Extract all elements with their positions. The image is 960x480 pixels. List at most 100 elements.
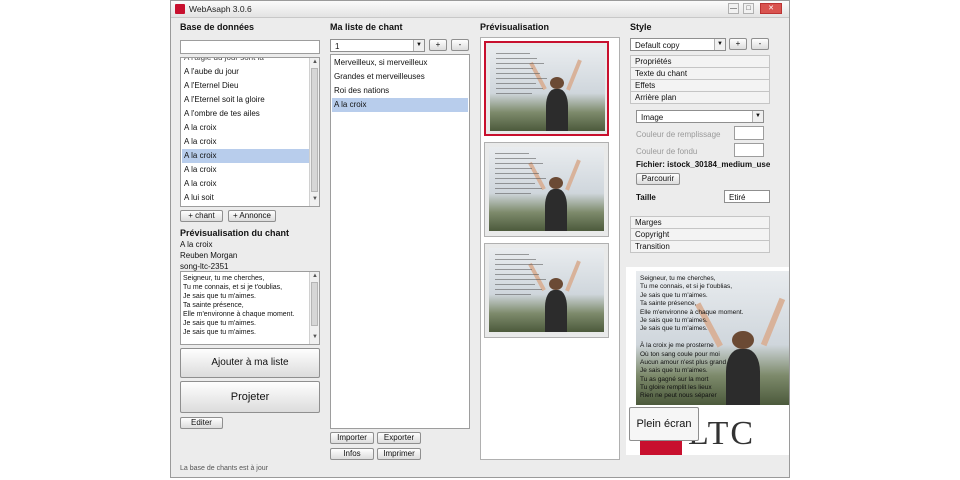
lyric-line: Seigneur, tu me cherches, — [183, 275, 265, 282]
lyric-line: Je sais que tu m'aimes. — [183, 293, 256, 300]
size-label: Taille — [636, 193, 656, 202]
background-type-select[interactable]: Image ▼ — [636, 110, 764, 123]
section-background[interactable]: Arrière plan — [630, 91, 770, 104]
list-item[interactable]: A la croix — [182, 149, 309, 163]
projection-lyric-line: Seigneur, tu me cherches, — [640, 275, 716, 282]
scroll-up-icon[interactable]: ▲ — [310, 59, 319, 65]
style-selector[interactable]: Default copy ▼ — [630, 38, 726, 51]
slide-text-line — [496, 68, 533, 69]
song-code: song-ltc-2351 — [180, 262, 229, 271]
slide-image — [489, 147, 604, 231]
add-announcement-button[interactable]: + Annonce — [228, 210, 276, 222]
slide-text-line — [496, 58, 537, 59]
slide-thumbnail[interactable] — [484, 41, 609, 136]
list-item[interactable]: Grandes et merveilleuses — [332, 70, 468, 84]
list-item[interactable]: Roi des nations — [332, 84, 468, 98]
remove-style-button[interactable]: - — [751, 38, 769, 50]
list-selector[interactable]: 1 ▼ — [330, 39, 425, 52]
remove-list-button[interactable]: - — [451, 39, 469, 51]
edit-button[interactable]: Editer — [180, 417, 223, 429]
projection-lyric-line: Je sais que tu m'aimes. — [640, 291, 708, 299]
slide-text-line — [496, 63, 544, 64]
projection-lyric-line: Tu me connais, et si je t'oublias, — [640, 283, 733, 291]
section-transition[interactable]: Transition — [630, 240, 770, 253]
lyric-line: Elle m'environne à chaque moment. — [183, 311, 295, 318]
list-item[interactable]: A l'ombre de tes ailes — [182, 107, 309, 121]
slide-text-line — [495, 173, 539, 174]
print-button[interactable]: Imprimer — [377, 448, 421, 460]
projection-lyric-line: Elle m'environne à chaque moment. — [640, 308, 744, 316]
preview-heading: Prévisualisation — [480, 22, 550, 32]
scrollbar-thumb[interactable] — [311, 68, 318, 192]
fade-color-picker[interactable] — [734, 143, 764, 157]
maximize-button[interactable]: □ — [743, 3, 754, 14]
fade-color-label: Couleur de fondu — [636, 147, 698, 156]
database-heading: Base de données — [180, 22, 255, 32]
slide-image — [490, 47, 605, 131]
infos-button[interactable]: Infos — [330, 448, 374, 460]
chevron-down-icon[interactable]: ▼ — [752, 111, 763, 122]
fill-color-picker[interactable] — [734, 126, 764, 140]
scroll-down-icon[interactable]: ▼ — [310, 334, 319, 340]
list-item[interactable]: Merveilleux, si merveilleux — [332, 56, 468, 70]
browse-button[interactable]: Parcourir — [636, 173, 680, 185]
export-button[interactable]: Exporter — [377, 432, 421, 444]
projection-lyric-line: À la croix je me prosterne — [640, 342, 714, 350]
style-heading: Style — [630, 22, 652, 32]
slide-text-line — [496, 73, 540, 74]
list-item[interactable]: A l'Eternel Dieu — [182, 79, 309, 93]
list-item[interactable]: A l'aigle du jour sont la — [182, 58, 264, 65]
lyrics-scrollbar[interactable]: ▲ ▼ — [309, 272, 319, 344]
slide-text-line — [495, 269, 532, 270]
database-search-input[interactable] — [180, 40, 320, 54]
add-style-button[interactable]: + — [729, 38, 747, 50]
lyric-line: Ta sainte présence, — [183, 302, 244, 309]
scroll-up-icon[interactable]: ▲ — [310, 273, 319, 279]
slide-text-line — [495, 279, 546, 280]
style-settings-panel: Propriétés Texte du chant Effets Arrière… — [630, 55, 770, 265]
slide-text-line — [495, 284, 535, 285]
import-button[interactable]: Importer — [330, 432, 374, 444]
add-song-button[interactable]: + chant — [180, 210, 223, 222]
projection-preview: Seigneur, tu me cherches, Tu me connais, … — [626, 267, 789, 455]
list-item[interactable]: A la croix — [182, 163, 309, 177]
slide-image — [489, 248, 604, 332]
chevron-down-icon[interactable]: ▼ — [413, 40, 424, 51]
scroll-down-icon[interactable]: ▼ — [310, 196, 319, 202]
lyric-line: Tu me connais, et si je t'oublias, — [183, 284, 283, 291]
fullscreen-button[interactable]: Plein écran — [629, 407, 699, 441]
size-select[interactable]: Etiré — [724, 190, 770, 203]
slide-text-line — [495, 294, 531, 295]
slide-text-line — [495, 183, 535, 184]
database-scrollbar[interactable]: ▲ ▼ — [309, 58, 319, 206]
slide-text-line — [495, 289, 542, 290]
slide-text-line — [495, 193, 531, 194]
slide-text-line — [495, 259, 536, 260]
list-item[interactable]: A la croix — [182, 177, 309, 191]
list-item[interactable]: A la croix — [332, 98, 468, 112]
slide-text-line — [495, 168, 532, 169]
add-to-list-button[interactable]: Ajouter à ma liste — [180, 348, 320, 378]
lyric-line: Je sais que tu m'aimes. — [183, 329, 256, 336]
minimize-button[interactable]: — — [728, 3, 739, 14]
chevron-down-icon[interactable]: ▼ — [714, 39, 725, 50]
app-window: WebAsaph 3.0.6 — □ ✕ Base de données A l… — [170, 0, 790, 478]
list-item[interactable]: A la croix — [182, 135, 309, 149]
list-item[interactable]: A l'aube du jour — [182, 65, 309, 79]
project-button[interactable]: Projeter — [180, 381, 320, 413]
song-author: Reuben Morgan — [180, 251, 238, 260]
slide-text-line — [495, 153, 529, 154]
list-item[interactable]: A lui soit — [182, 191, 309, 205]
scrollbar-thumb[interactable] — [311, 282, 318, 326]
list-item[interactable]: A l'Eternel soit la gloire — [182, 93, 309, 107]
close-button[interactable]: ✕ — [760, 3, 782, 14]
title-bar: WebAsaph 3.0.6 — □ ✕ — [171, 1, 789, 18]
projection-lyric-line: Tu as gagné sur la mort — [640, 375, 709, 383]
projection-lyric-line: Tu gloire remplit les lieux — [640, 384, 712, 392]
projection-lyric-line — [640, 334, 789, 342]
list-selector-value: 1 — [335, 42, 340, 51]
slide-thumbnail[interactable] — [484, 142, 609, 237]
slide-thumbnail[interactable] — [484, 243, 609, 338]
add-list-button[interactable]: + — [429, 39, 447, 51]
list-item[interactable]: A la croix — [182, 121, 309, 135]
